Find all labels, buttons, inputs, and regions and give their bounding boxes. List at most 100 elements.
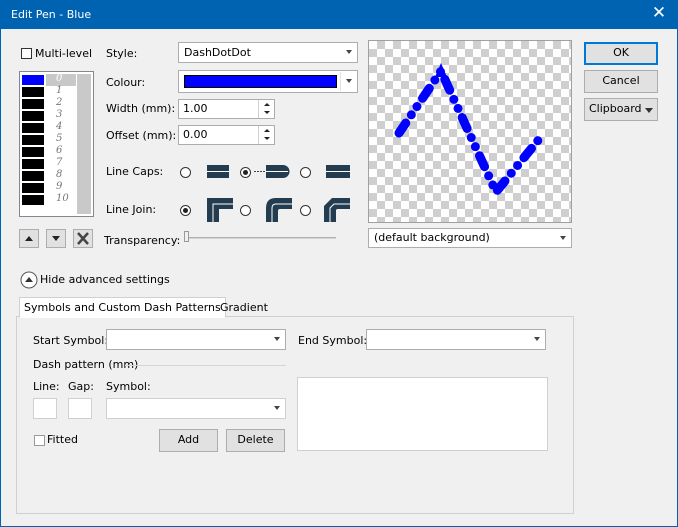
line-cap-round-radio[interactable] bbox=[240, 167, 251, 178]
spin-down-icon[interactable] bbox=[264, 137, 270, 140]
fitted-label: Fitted bbox=[47, 433, 78, 446]
multilevel-checkbox[interactable] bbox=[21, 48, 32, 59]
level-number: 3 bbox=[56, 109, 63, 120]
level-swatch bbox=[22, 171, 44, 181]
dash-pattern-divider bbox=[125, 365, 286, 366]
hide-advanced-link[interactable]: Hide advanced settings bbox=[40, 273, 170, 287]
level-number: 6 bbox=[56, 145, 63, 156]
line-length-field[interactable] bbox=[33, 398, 57, 419]
tab-symbols[interactable]: Symbols and Custom Dash Patterns bbox=[19, 297, 226, 318]
level-swatch bbox=[22, 159, 44, 169]
colour-select[interactable] bbox=[178, 70, 358, 93]
round-cap-icon bbox=[254, 165, 290, 178]
bevel-join-icon bbox=[324, 198, 350, 222]
add-button-label: Add bbox=[177, 433, 200, 446]
colour-label: Colour: bbox=[106, 76, 146, 89]
transparency-label: Transparency: bbox=[104, 234, 181, 247]
level-number: 1 bbox=[56, 85, 63, 96]
line-join-label: Line Join: bbox=[106, 203, 157, 216]
spin-up-icon[interactable] bbox=[264, 129, 270, 132]
square-cap-icon bbox=[326, 165, 350, 178]
start-symbol-label: Start Symbol: bbox=[33, 334, 109, 347]
level-swatch bbox=[22, 183, 44, 193]
end-symbol-select[interactable] bbox=[366, 329, 546, 350]
level-number: 0 bbox=[56, 73, 63, 84]
arrow-up-icon[interactable] bbox=[19, 229, 39, 248]
line-join-bevel-radio[interactable] bbox=[300, 205, 311, 216]
symbol-label: Symbol: bbox=[106, 380, 151, 393]
clipboard-button[interactable]: Clipboard bbox=[584, 98, 658, 121]
gap-label: Gap: bbox=[68, 380, 94, 393]
offset-spin-buttons[interactable] bbox=[258, 126, 274, 144]
level-swatch bbox=[22, 123, 44, 133]
line-label: Line: bbox=[33, 380, 60, 393]
line-join-round-radio[interactable] bbox=[240, 205, 251, 216]
combo-separator bbox=[340, 72, 341, 91]
pen-preview bbox=[368, 40, 572, 223]
line-join-miter-radio[interactable] bbox=[180, 205, 191, 216]
style-label: Style: bbox=[106, 47, 138, 60]
gap-length-field[interactable] bbox=[68, 398, 92, 419]
ok-button-label: OK bbox=[613, 46, 629, 59]
level-swatch bbox=[22, 111, 44, 121]
offset-spinner[interactable]: 0.00 bbox=[178, 125, 275, 145]
line-cap-square-radio[interactable] bbox=[300, 167, 311, 178]
width-spinner[interactable]: 1.00 bbox=[178, 99, 275, 119]
width-spin-buttons[interactable] bbox=[258, 100, 274, 118]
width-value: 1.00 bbox=[183, 102, 208, 115]
add-button[interactable]: Add bbox=[159, 429, 218, 452]
flat-cap-icon bbox=[207, 165, 229, 178]
delete-button-label: Delete bbox=[237, 433, 274, 446]
chevron-down-icon bbox=[560, 236, 566, 240]
delete-x-icon[interactable] bbox=[73, 229, 93, 248]
dash-pattern-label: Dash pattern (mm) bbox=[33, 358, 139, 371]
offset-value: 0.00 bbox=[183, 128, 208, 141]
style-select[interactable]: DashDotDot bbox=[178, 42, 358, 63]
chevron-down-icon bbox=[346, 79, 352, 83]
level-scrollbar[interactable] bbox=[77, 74, 91, 214]
ok-button[interactable]: OK bbox=[584, 42, 658, 65]
multilevel-label: Multi-level bbox=[35, 47, 93, 60]
level-number: 5 bbox=[56, 133, 63, 144]
chevron-down-icon bbox=[534, 337, 540, 341]
cancel-button[interactable]: Cancel bbox=[584, 70, 658, 93]
close-icon[interactable]: ✕ bbox=[648, 2, 670, 24]
level-swatch bbox=[22, 87, 44, 97]
level-swatch bbox=[22, 75, 44, 85]
miter-join-icon bbox=[207, 198, 233, 222]
fitted-checkbox[interactable] bbox=[34, 435, 45, 446]
chevron-down-icon bbox=[274, 406, 280, 410]
delete-button[interactable]: Delete bbox=[226, 429, 285, 452]
level-number: 7 bbox=[56, 157, 63, 168]
dash-symbol-select[interactable] bbox=[106, 398, 286, 419]
chevron-down-icon bbox=[645, 108, 653, 113]
chevron-down-icon bbox=[274, 337, 280, 341]
level-number: 4 bbox=[56, 121, 63, 132]
background-value: (default background) bbox=[374, 231, 490, 244]
level-number: 10 bbox=[56, 193, 69, 204]
transparency-slider[interactable] bbox=[186, 237, 336, 239]
spin-up-icon[interactable] bbox=[264, 103, 270, 106]
colour-swatch bbox=[184, 75, 337, 88]
background-select[interactable]: (default background) bbox=[368, 228, 572, 248]
round-join-icon bbox=[266, 198, 292, 222]
chevron-up-icon[interactable] bbox=[20, 271, 38, 289]
level-number: 8 bbox=[56, 169, 63, 180]
transparency-thumb[interactable] bbox=[184, 231, 189, 242]
start-symbol-select[interactable] bbox=[106, 329, 286, 350]
title-bar: Edit Pen - Blue ✕ bbox=[0, 0, 678, 29]
level-number: 9 bbox=[56, 181, 63, 192]
spin-down-icon[interactable] bbox=[264, 111, 270, 114]
level-swatch bbox=[22, 135, 44, 145]
end-symbol-label: End Symbol: bbox=[298, 334, 368, 347]
level-number: 2 bbox=[56, 97, 63, 108]
dash-pattern-list[interactable] bbox=[297, 377, 548, 451]
level-list[interactable]: 0 1 2 3 4 5 6 7 8 9 10 bbox=[19, 71, 94, 217]
chevron-down-icon bbox=[346, 50, 352, 54]
arrow-down-icon[interactable] bbox=[46, 229, 66, 248]
width-label: Width (mm): bbox=[106, 102, 176, 115]
tab-gradient[interactable]: Gradient bbox=[216, 298, 272, 319]
line-cap-flat-radio[interactable] bbox=[180, 167, 191, 178]
line-caps-label: Line Caps: bbox=[106, 165, 164, 178]
window-title: Edit Pen - Blue bbox=[11, 8, 92, 21]
